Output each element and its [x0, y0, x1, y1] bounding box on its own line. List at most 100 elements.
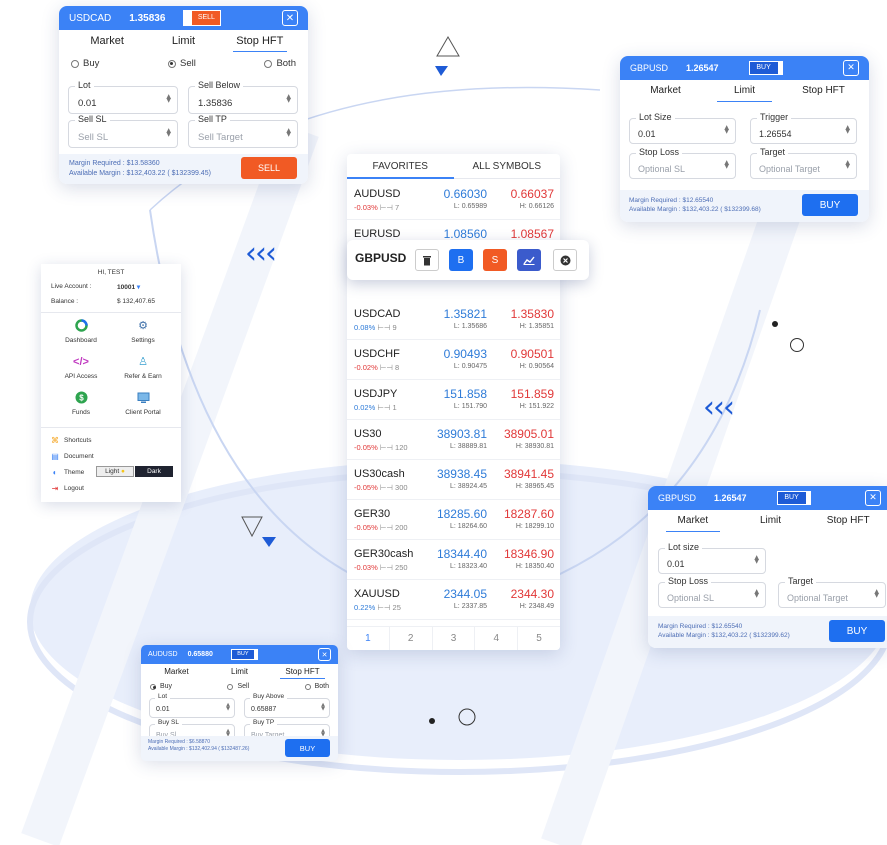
- sell-button[interactable]: SELL: [241, 157, 297, 179]
- target-field[interactable]: Target Optional Target ▲ ▼: [750, 147, 857, 179]
- buy-quick-button[interactable]: B: [449, 249, 473, 271]
- account-menu: HI, TEST Live Account : 10001 ▾ Balance …: [41, 264, 181, 502]
- ask-price: 0.66037: [510, 187, 554, 201]
- tab-limit[interactable]: Limit: [145, 30, 221, 52]
- symbol-row[interactable]: US30cash -0.05% ⊢⊣ 300 38938.45 L: 38924.45…: [347, 460, 560, 500]
- close-icon[interactable]: ✕: [865, 490, 881, 506]
- symbol-row[interactable]: GER30cash -0.03% ⊢⊣ 250 18344.40 L: 18323.4…: [347, 540, 560, 580]
- menu-client-portal[interactable]: Client Portal: [113, 391, 173, 416]
- theme-icon: ◐: [52, 467, 58, 477]
- side-toggle[interactable]: SELL: [183, 10, 222, 26]
- buy-button[interactable]: BUY: [802, 194, 858, 216]
- day-low: L: 18264.60: [450, 523, 487, 530]
- close-icon[interactable]: ✕: [843, 60, 859, 76]
- side-toggle[interactable]: BUY: [776, 491, 811, 505]
- radio-both[interactable]: Both: [264, 58, 296, 69]
- stop-loss-field[interactable]: Stop Loss Optional SL ▲ ▼: [629, 147, 736, 179]
- tab-limit[interactable]: Limit: [208, 664, 271, 679]
- gear-icon: ⚙: [138, 320, 148, 332]
- lot-size-field[interactable]: Lot size 0.01 ▲ ▼: [658, 542, 766, 574]
- radio-sell[interactable]: Sell: [167, 58, 196, 69]
- widget-price: 1.35836: [129, 12, 166, 24]
- radio-both[interactable]: Both: [304, 683, 329, 690]
- day-high: H: 1.35851: [519, 323, 554, 330]
- spread-icon: ⊢⊣: [377, 603, 391, 612]
- page-5[interactable]: 5: [518, 627, 560, 650]
- day-high: H: 151.922: [519, 403, 554, 410]
- menu-settings[interactable]: ⚙ Settings: [113, 319, 173, 344]
- menu-logout[interactable]: ⇥ Logout: [51, 484, 84, 493]
- ask-price: 0.90501: [510, 347, 554, 361]
- bid-price: 1.35821: [443, 307, 487, 321]
- widget-symbol: USDCAD: [69, 12, 112, 24]
- symbol-row[interactable]: USDCHF -0.02% ⊢⊣ 8 0.90493 L: 0.90475 0.9050…: [347, 340, 560, 380]
- sell-sl-field[interactable]: Sell SL Sell SL ▲ ▼: [68, 114, 178, 148]
- available-margin: Available Margin : $132,402.94 ( $132487…: [148, 746, 250, 753]
- live-account-select[interactable]: 10001 ▾: [117, 283, 140, 291]
- close-icon[interactable]: ✕: [282, 10, 298, 26]
- tab-market[interactable]: Market: [69, 30, 145, 52]
- page-4[interactable]: 4: [475, 627, 519, 650]
- close-icon[interactable]: ✕: [318, 648, 331, 661]
- symbol-row[interactable]: XAUUSD 0.22% ⊢⊣ 25 2344.05 L: 2337.85 2344.3…: [347, 580, 560, 620]
- tab-stop-hft[interactable]: Stop HFT: [784, 80, 863, 102]
- page-3[interactable]: 3: [433, 627, 476, 650]
- ask-price: 1.08567: [510, 227, 554, 241]
- symbol-row[interactable]: AUDUSD -0.03% ⊢⊣ 7 0.66030 L: 0.65989 0.6603…: [347, 180, 560, 220]
- close-circle-icon[interactable]: [553, 249, 577, 271]
- trigger-field[interactable]: Trigger 1.26554 ▲ ▼: [750, 112, 857, 144]
- pagination: 1 2 3 4 5: [347, 626, 560, 650]
- widget-symbol: GBPUSD: [658, 493, 697, 503]
- symbol-name: XAUUSD: [354, 588, 400, 600]
- tab-limit[interactable]: Limit: [705, 80, 784, 102]
- chart-icon[interactable]: [517, 249, 541, 271]
- tab-all-symbols[interactable]: ALL SYMBOLS: [454, 154, 561, 178]
- menu-refer-earn[interactable]: ♙ Refer & Earn: [113, 355, 173, 380]
- symbol-row[interactable]: USDCAD 0.08% ⊢⊣ 9 1.35821 L: 1.35686 1.35830…: [347, 300, 560, 340]
- menu-api-access[interactable]: </> API Access: [51, 355, 111, 381]
- sell-tp-field[interactable]: Sell TP Sell Target ▲ ▼: [188, 114, 298, 148]
- menu-shortcuts[interactable]: ⌘ Shortcuts: [51, 436, 91, 445]
- side-toggle[interactable]: BUY: [230, 649, 258, 660]
- symbol-row[interactable]: US30 -0.05% ⊢⊣ 120 38903.81 L: 38889.81 3890…: [347, 420, 560, 460]
- theme-dark-button[interactable]: Dark: [135, 466, 173, 477]
- buy-above-field[interactable]: Buy Above 0.65887 ▲ ▼: [244, 693, 330, 718]
- tab-stop-hft[interactable]: Stop HFT: [809, 510, 887, 532]
- widget-price: 1.26547: [686, 63, 719, 73]
- buy-button[interactable]: BUY: [285, 739, 330, 757]
- document-icon: ▤: [51, 451, 59, 461]
- sell-below-field[interactable]: Sell Below 1.35836 ▲ ▼: [188, 80, 298, 114]
- symbol-row[interactable]: GER30 -0.05% ⊢⊣ 200 18285.60 L: 18264.60 182…: [347, 500, 560, 540]
- lot-size-field[interactable]: Lot Size 0.01 ▲ ▼: [629, 112, 736, 144]
- stop-loss-field[interactable]: Stop Loss Optional SL ▲ ▼: [658, 576, 766, 608]
- symbol-row[interactable]: USDJPY 0.02% ⊢⊣ 1 151.858 L: 151.790 151.859…: [347, 380, 560, 420]
- tab-market[interactable]: Market: [145, 664, 208, 679]
- page-2[interactable]: 2: [390, 627, 433, 650]
- dollar-icon: $: [75, 391, 88, 404]
- tab-stop-hft[interactable]: Stop HFT: [222, 30, 298, 52]
- radio-buy[interactable]: Buy: [71, 58, 99, 69]
- buy-button[interactable]: BUY: [829, 620, 885, 642]
- lot-field[interactable]: Lot 0.01 ▲ ▼: [149, 693, 235, 718]
- delete-icon[interactable]: [415, 249, 439, 271]
- page-1[interactable]: 1: [347, 627, 390, 650]
- sell-quick-button[interactable]: S: [483, 249, 507, 271]
- menu-funds[interactable]: $ Funds: [51, 391, 111, 416]
- symbol-change: -0.05% ⊢⊣ 200: [354, 523, 408, 532]
- tab-market[interactable]: Market: [654, 510, 732, 532]
- tab-stop-hft[interactable]: Stop HFT: [271, 664, 334, 679]
- day-high: H: 18299.10: [515, 523, 554, 530]
- lot-field[interactable]: Lot 0.01 ▲ ▼: [68, 80, 178, 114]
- target-field[interactable]: Target Optional Target ▲ ▼: [778, 576, 886, 608]
- menu-document[interactable]: ▤ Document: [51, 451, 93, 461]
- tab-limit[interactable]: Limit: [732, 510, 810, 532]
- radio-buy[interactable]: Buy: [150, 683, 172, 690]
- theme-light-button[interactable]: Light ●: [96, 466, 134, 477]
- day-high: H: 2348.49: [519, 603, 554, 610]
- tab-market[interactable]: Market: [626, 80, 705, 102]
- symbol-name: US30cash: [354, 468, 405, 480]
- tab-favorites[interactable]: FAVORITES: [347, 154, 454, 179]
- side-toggle[interactable]: BUY: [748, 61, 783, 75]
- menu-dashboard[interactable]: Dashboard: [51, 319, 111, 344]
- radio-sell[interactable]: Sell: [227, 683, 249, 690]
